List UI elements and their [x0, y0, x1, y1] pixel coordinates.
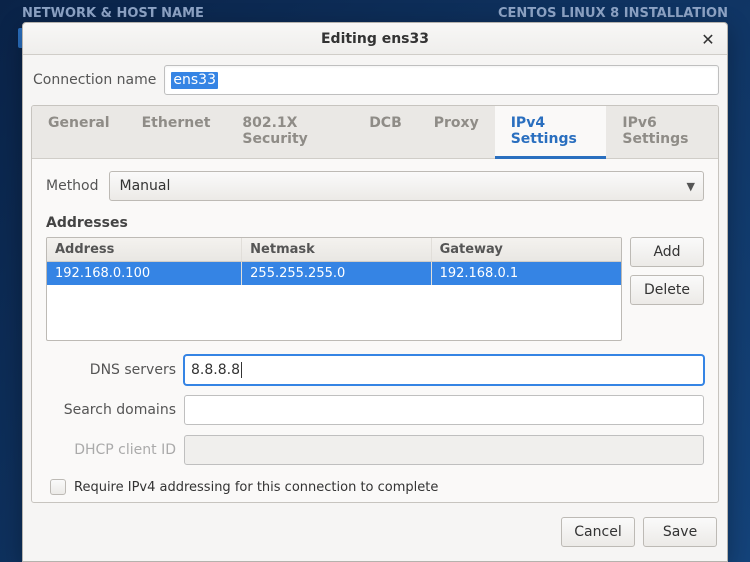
connection-name-input[interactable]: ens33 — [164, 65, 719, 95]
dhcp-client-id-label: DHCP client ID — [46, 442, 176, 458]
ipv4-panel: Method Manual ▼ Addresses Address Netmas… — [32, 159, 718, 503]
tab-ipv4-settings[interactable]: IPv4 Settings — [495, 106, 607, 159]
addresses-header: Address Netmask Gateway — [47, 238, 621, 262]
cancel-button[interactable]: Cancel — [561, 517, 635, 547]
dns-servers-value: 8.8.8.8 — [191, 362, 240, 378]
chevron-down-icon: ▼ — [687, 180, 695, 193]
bg-breadcrumb-left: NETWORK & HOST NAME — [22, 6, 204, 21]
search-domains-label: Search domains — [46, 402, 176, 418]
col-gateway: Gateway — [432, 238, 621, 261]
method-label: Method — [46, 178, 99, 194]
dialog-title: Editing ens33 — [321, 31, 429, 47]
search-domains-input[interactable] — [184, 395, 704, 425]
tabs: General Ethernet 802.1X Security DCB Pro… — [32, 106, 718, 159]
method-value: Manual — [120, 178, 171, 194]
save-button[interactable]: Save — [643, 517, 717, 547]
cell-gateway: 192.168.0.1 — [432, 262, 621, 285]
add-button[interactable]: Add — [630, 237, 704, 267]
tab-ethernet[interactable]: Ethernet — [126, 106, 227, 158]
bg-breadcrumb-right: CENTOS LINUX 8 INSTALLATION — [498, 6, 728, 21]
edit-connection-dialog: Editing ens33 ✕ Connection name ens33 Ge… — [22, 22, 728, 562]
tab-ipv6-settings[interactable]: IPv6 Settings — [606, 106, 718, 158]
col-address: Address — [47, 238, 242, 261]
cell-address: 192.168.0.100 — [47, 262, 242, 285]
cell-netmask: 255.255.255.0 — [242, 262, 431, 285]
require-ipv4-label: Require IPv4 addressing for this connect… — [74, 480, 438, 495]
connection-name-value: ens33 — [171, 72, 218, 89]
dialog-titlebar: Editing ens33 ✕ — [23, 23, 727, 55]
addresses-table[interactable]: Address Netmask Gateway 192.168.0.100 25… — [46, 237, 622, 341]
tab-proxy[interactable]: Proxy — [418, 106, 495, 158]
addresses-heading: Addresses — [46, 215, 704, 231]
dhcp-client-id-input — [184, 435, 704, 465]
tab-dcb[interactable]: DCB — [353, 106, 418, 158]
tab-general[interactable]: General — [32, 106, 126, 158]
text-caret — [241, 362, 242, 378]
table-row[interactable]: 192.168.0.100 255.255.255.0 192.168.0.1 — [47, 262, 621, 285]
dns-servers-label: DNS servers — [46, 362, 176, 378]
dns-servers-input[interactable]: 8.8.8.8 — [184, 355, 704, 385]
delete-button[interactable]: Delete — [630, 275, 704, 305]
tab-8021x-security[interactable]: 802.1X Security — [226, 106, 353, 158]
close-icon[interactable]: ✕ — [697, 28, 719, 50]
connection-name-label: Connection name — [31, 72, 156, 88]
require-ipv4-checkbox[interactable] — [50, 479, 66, 495]
col-netmask: Netmask — [242, 238, 431, 261]
method-select[interactable]: Manual ▼ — [109, 171, 704, 201]
